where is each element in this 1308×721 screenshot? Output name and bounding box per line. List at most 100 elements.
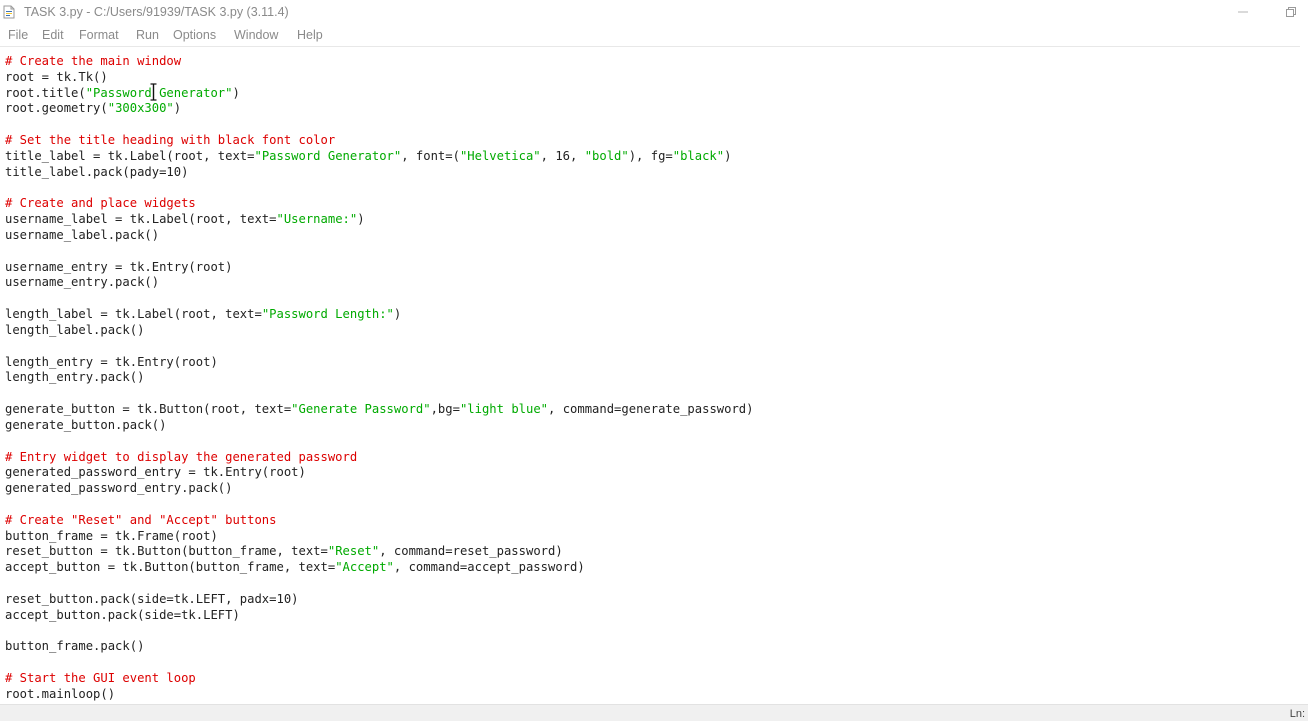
code-line[interactable]: username_label.pack() [5,227,159,243]
code-line[interactable]: accept_button = tk.Button(button_frame, … [5,559,585,575]
code-token-code: username_entry = tk.Entry(root) [5,259,233,274]
code-token-string: "light blue" [459,402,549,417]
menu-format[interactable]: Format [79,28,119,42]
code-token-string: "bold" [584,148,629,163]
window-title: TASK 3.py - C:/Users/91939/TASK 3.py (3.… [24,5,289,19]
code-token-code: button_frame = tk.Frame(root) [5,528,218,543]
status-bar: Ln: [0,704,1308,721]
menu-bar: File Edit Format Run Options Window Help [0,26,1308,47]
minimize-button[interactable] [1220,0,1266,26]
code-token-code: ) [173,101,182,116]
menu-options[interactable]: Options [173,28,216,42]
code-line[interactable]: generate_button = tk.Button(root, text="… [5,401,753,417]
menu-edit[interactable]: Edit [42,28,64,42]
code-line[interactable]: generated_password_entry.pack() [5,480,232,496]
code-token-code: length_entry = tk.Entry(root) [5,354,218,369]
menu-file[interactable]: File [8,28,28,42]
code-line[interactable]: root.mainloop() [5,686,115,702]
maximize-button[interactable] [1268,0,1308,26]
code-line[interactable]: button_frame.pack() [5,638,144,654]
code-line[interactable]: generated_password_entry = tk.Entry(root… [5,464,306,480]
code-token-code: length_label = tk.Label(root, text= [5,307,262,322]
code-line[interactable]: # Create "Reset" and "Accept" buttons [5,512,277,528]
code-line[interactable]: username_label = tk.Label(root, text="Us… [5,211,365,227]
code-token-code: root.mainloop() [5,686,116,701]
code-line[interactable]: # Create and place widgets [5,195,196,211]
code-token-code: accept_button = tk.Button(button_frame, … [5,560,336,575]
code-editor[interactable]: # Create the main window root = tk.Tk() ro… [0,53,1300,703]
code-token-code: ,bg= [430,402,460,417]
code-token-comment: # Create and place widgets [5,196,196,211]
code-line[interactable]: username_entry = tk.Entry(root) [5,259,232,275]
code-token-string: "300x300" [107,101,174,116]
code-token-code: ) [232,85,240,100]
code-token-string: "Accept" [335,560,394,575]
code-line[interactable]: generate_button.pack() [5,417,166,433]
code-token-code: root.title( [5,85,86,100]
code-token-string: "black" [672,148,725,163]
text-cursor-icon [150,83,157,101]
code-line[interactable]: accept_button.pack(side=tk.LEFT) [5,607,240,623]
code-token-string: "Username:" [276,212,358,227]
code-token-string: "Password Length:" [261,307,394,322]
code-line[interactable]: length_entry = tk.Entry(root) [5,354,218,370]
code-token-code: ) [357,212,365,227]
menu-window[interactable]: Window [234,28,278,42]
python-idle-icon [2,5,16,19]
code-token-code: generate_button = tk.Button(root, text= [5,402,292,417]
code-token-code: title_label.pack(pady=10) [5,164,189,179]
code-token-string: "Password Generator" [85,85,233,100]
menu-help[interactable]: Help [297,28,323,42]
code-line[interactable]: button_frame = tk.Frame(root) [5,528,218,544]
code-token-comment: # Set the title heading with black font … [5,133,336,148]
code-token-code: button_frame.pack() [5,639,145,654]
code-line[interactable]: length_entry.pack() [5,369,144,385]
code-token-comment: # Create the main window [5,54,182,68]
code-token-code: generated_password_entry.pack() [5,481,233,496]
code-line[interactable]: root.geometry("300x300") [5,100,181,116]
code-token-code: , command=generate_password) [548,402,754,417]
code-line[interactable]: # Set the title heading with black font … [5,132,335,148]
code-line[interactable]: root = tk.Tk() [5,69,108,85]
code-token-code: ) [393,307,402,322]
code-token-comment: # Create "Reset" and "Accept" buttons [5,512,277,527]
code-line[interactable]: reset_button.pack(side=tk.LEFT, padx=10) [5,591,299,607]
code-line[interactable]: username_entry.pack() [5,274,159,290]
code-token-code: length_entry.pack() [5,370,145,385]
code-token-code: generate_button.pack() [5,417,167,432]
code-token-code: reset_button.pack(side=tk.LEFT, padx=10) [5,591,299,606]
code-token-code: root = tk.Tk() [5,69,108,84]
code-line[interactable]: length_label = tk.Label(root, text="Pass… [5,306,401,322]
code-token-string: "Reset" [327,544,380,559]
code-line[interactable]: # Start the GUI event loop [5,670,196,686]
code-line[interactable]: root.title("Password Generator") [5,85,240,101]
title-bar: TASK 3.py - C:/Users/91939/TASK 3.py (3.… [0,0,1308,26]
code-token-string: "Generate Password" [291,402,431,417]
code-token-code: accept_button.pack(side=tk.LEFT) [5,607,240,622]
code-token-code: , command=reset_password) [379,544,563,559]
cursor-position: Ln: [1289,708,1305,720]
code-token-comment: # Entry widget to display the generated … [5,449,358,464]
code-token-code: reset_button = tk.Button(button_frame, t… [5,544,328,559]
code-token-code: title_label = tk.Label(root, text= [5,148,255,163]
code-line[interactable]: title_label = tk.Label(root, text="Passw… [5,148,731,164]
code-line[interactable]: reset_button = tk.Button(button_frame, t… [5,543,563,559]
maximize-icon [1286,4,1296,22]
code-token-code: generated_password_entry = tk.Entry(root… [5,465,306,480]
menu-run[interactable]: Run [136,28,159,42]
code-line[interactable]: title_label.pack(pady=10) [5,164,188,180]
code-token-code: username_label = tk.Label(root, text= [5,212,277,227]
code-line[interactable]: length_label.pack() [5,322,144,338]
minimize-icon [1238,4,1248,22]
vertical-scrollbar[interactable] [1300,46,1308,704]
code-token-code: username_entry.pack() [5,275,160,290]
code-token-comment: # Start the GUI event loop [5,670,196,685]
code-token-string: "Password Generator" [254,148,402,163]
code-token-code: username_label.pack() [5,228,160,243]
code-token-code: root.geometry( [5,101,108,116]
code-token-code: length_label.pack() [5,322,145,337]
code-line[interactable]: # Entry widget to display the generated … [5,449,357,465]
code-token-string: "Helvetica" [459,148,541,163]
code-line[interactable]: # Create the main window [5,53,181,69]
code-token-code: , command=accept_password) [393,560,585,575]
